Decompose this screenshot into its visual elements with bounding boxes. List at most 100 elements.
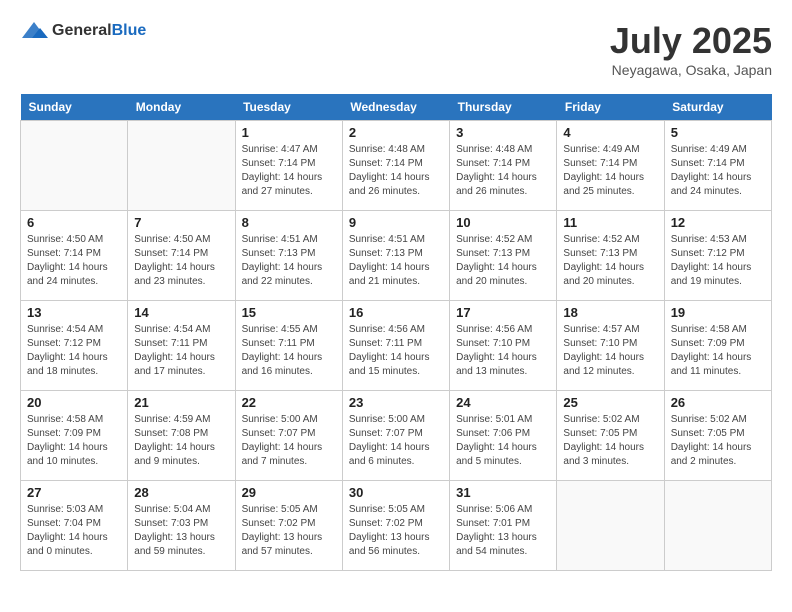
calendar-cell: 20 Sunrise: 4:58 AM Sunset: 7:09 PM Dayli… [21, 391, 128, 481]
calendar-cell: 17Sunrise: 4:56 AM Sunset: 7:10 PM Dayli… [450, 301, 557, 391]
calendar-cell: 22 Sunrise: 5:00 AM Sunset: 7:07 PM Dayli… [235, 391, 342, 481]
calendar-week-row: 1 Sunrise: 4:47 AM Sunset: 7:14 PM Daylig… [21, 121, 772, 211]
day-info: Sunrise: 4:51 AM Sunset: 7:13 PM Dayligh… [242, 233, 336, 289]
day-number: 13 [27, 305, 121, 320]
day-info: Sunrise: 4:49 AM Sunset: 7:14 PM Dayligh… [671, 143, 765, 199]
day-info: Sunrise: 4:49 AM Sunset: 7:14 PM Dayligh… [563, 143, 657, 199]
calendar-cell: 18 Sunrise: 4:57 AM Sunset: 7:10 PM Dayli… [557, 301, 664, 391]
title-area: July 2025 Neyagawa, Osaka, Japan [610, 20, 772, 78]
day-info: Sunrise: 4:50 AM Sunset: 7:14 PM Dayligh… [27, 233, 121, 289]
calendar-cell: 5 Sunrise: 4:49 AM Sunset: 7:14 PM Daylig… [664, 121, 771, 211]
day-number: 10 [456, 215, 550, 230]
calendar-cell: 25Sunrise: 5:02 AM Sunset: 7:05 PM Dayli… [557, 391, 664, 481]
day-info: Sunrise: 4:52 AM Sunset: 7:13 PM Dayligh… [456, 233, 550, 289]
month-year-title: July 2025 [610, 20, 772, 62]
day-number: 12 [671, 215, 765, 230]
calendar-cell: 30 Sunrise: 5:05 AM Sunset: 7:02 PM Dayli… [342, 481, 449, 571]
day-number: 31 [456, 485, 550, 500]
day-number: 27 [27, 485, 121, 500]
calendar-week-row: 27 Sunrise: 5:03 AM Sunset: 7:04 PM Dayli… [21, 481, 772, 571]
calendar-cell: 9 Sunrise: 4:51 AM Sunset: 7:13 PM Daylig… [342, 211, 449, 301]
calendar-cell: 26Sunrise: 5:02 AM Sunset: 7:05 PM Dayli… [664, 391, 771, 481]
day-number: 29 [242, 485, 336, 500]
calendar-cell: 16Sunrise: 4:56 AM Sunset: 7:11 PM Dayli… [342, 301, 449, 391]
day-info: Sunrise: 4:48 AM Sunset: 7:14 PM Dayligh… [456, 143, 550, 199]
day-info: Sunrise: 4:47 AM Sunset: 7:14 PM Dayligh… [242, 143, 336, 199]
day-info: Sunrise: 5:03 AM Sunset: 7:04 PM Dayligh… [27, 503, 121, 559]
day-info: Sunrise: 4:58 AM Sunset: 7:09 PM Dayligh… [27, 413, 121, 469]
day-info: Sunrise: 4:51 AM Sunset: 7:13 PM Dayligh… [349, 233, 443, 289]
day-number: 20 [27, 395, 121, 410]
calendar-cell: 12 Sunrise: 4:53 AM Sunset: 7:12 PM Dayli… [664, 211, 771, 301]
day-info: Sunrise: 4:56 AM Sunset: 7:10 PM Dayligh… [456, 323, 550, 379]
day-info: Sunrise: 5:01 AM Sunset: 7:06 PM Dayligh… [456, 413, 550, 469]
calendar-cell: 10 Sunrise: 4:52 AM Sunset: 7:13 PM Dayli… [450, 211, 557, 301]
calendar-cell: 14 Sunrise: 4:54 AM Sunset: 7:11 PM Dayli… [128, 301, 235, 391]
calendar-header-row: SundayMondayTuesdayWednesdayThursdayFrid… [21, 94, 772, 121]
day-number: 11 [563, 215, 657, 230]
calendar-cell: 21 Sunrise: 4:59 AM Sunset: 7:08 PM Dayli… [128, 391, 235, 481]
day-info: Sunrise: 5:04 AM Sunset: 7:03 PM Dayligh… [134, 503, 228, 559]
calendar-cell: 29 Sunrise: 5:05 AM Sunset: 7:02 PM Dayli… [235, 481, 342, 571]
calendar-header-thursday: Thursday [450, 94, 557, 121]
day-number: 18 [563, 305, 657, 320]
day-info: Sunrise: 5:05 AM Sunset: 7:02 PM Dayligh… [349, 503, 443, 559]
day-number: 21 [134, 395, 228, 410]
day-number: 22 [242, 395, 336, 410]
calendar-cell: 4Sunrise: 4:49 AM Sunset: 7:14 PM Daylig… [557, 121, 664, 211]
calendar-cell: 7Sunrise: 4:50 AM Sunset: 7:14 PM Daylig… [128, 211, 235, 301]
calendar-week-row: 13 Sunrise: 4:54 AM Sunset: 7:12 PM Dayli… [21, 301, 772, 391]
logo: GeneralBlue [20, 20, 146, 42]
day-number: 3 [456, 125, 550, 140]
calendar-cell: 19Sunrise: 4:58 AM Sunset: 7:09 PM Dayli… [664, 301, 771, 391]
day-info: Sunrise: 4:52 AM Sunset: 7:13 PM Dayligh… [563, 233, 657, 289]
day-number: 15 [242, 305, 336, 320]
day-info: Sunrise: 5:02 AM Sunset: 7:05 PM Dayligh… [563, 413, 657, 469]
day-number: 26 [671, 395, 765, 410]
calendar-header-saturday: Saturday [664, 94, 771, 121]
day-number: 14 [134, 305, 228, 320]
day-info: Sunrise: 4:55 AM Sunset: 7:11 PM Dayligh… [242, 323, 336, 379]
calendar-cell: 28Sunrise: 5:04 AM Sunset: 7:03 PM Dayli… [128, 481, 235, 571]
calendar-cell: 3 Sunrise: 4:48 AM Sunset: 7:14 PM Daylig… [450, 121, 557, 211]
calendar-header-monday: Monday [128, 94, 235, 121]
day-number: 23 [349, 395, 443, 410]
logo-general: General [52, 22, 112, 39]
day-number: 2 [349, 125, 443, 140]
day-info: Sunrise: 5:05 AM Sunset: 7:02 PM Dayligh… [242, 503, 336, 559]
calendar-cell: 11 Sunrise: 4:52 AM Sunset: 7:13 PM Dayli… [557, 211, 664, 301]
day-info: Sunrise: 4:54 AM Sunset: 7:11 PM Dayligh… [134, 323, 228, 379]
day-info: Sunrise: 4:48 AM Sunset: 7:14 PM Dayligh… [349, 143, 443, 199]
calendar-header-friday: Friday [557, 94, 664, 121]
day-number: 30 [349, 485, 443, 500]
logo-blue: Blue [112, 22, 147, 39]
day-info: Sunrise: 4:57 AM Sunset: 7:10 PM Dayligh… [563, 323, 657, 379]
calendar-table: SundayMondayTuesdayWednesdayThursdayFrid… [20, 94, 772, 571]
calendar-cell [664, 481, 771, 571]
day-info: Sunrise: 5:00 AM Sunset: 7:07 PM Dayligh… [242, 413, 336, 469]
day-number: 1 [242, 125, 336, 140]
day-info: Sunrise: 4:59 AM Sunset: 7:08 PM Dayligh… [134, 413, 228, 469]
calendar-week-row: 20 Sunrise: 4:58 AM Sunset: 7:09 PM Dayli… [21, 391, 772, 481]
day-number: 8 [242, 215, 336, 230]
calendar-cell: 6Sunrise: 4:50 AM Sunset: 7:14 PM Daylig… [21, 211, 128, 301]
day-number: 7 [134, 215, 228, 230]
calendar-header-wednesday: Wednesday [342, 94, 449, 121]
day-number: 9 [349, 215, 443, 230]
day-info: Sunrise: 5:06 AM Sunset: 7:01 PM Dayligh… [456, 503, 550, 559]
day-info: Sunrise: 5:00 AM Sunset: 7:07 PM Dayligh… [349, 413, 443, 469]
location-subtitle: Neyagawa, Osaka, Japan [610, 62, 772, 78]
day-number: 24 [456, 395, 550, 410]
calendar-header-sunday: Sunday [21, 94, 128, 121]
day-number: 5 [671, 125, 765, 140]
calendar-cell: 13 Sunrise: 4:54 AM Sunset: 7:12 PM Dayli… [21, 301, 128, 391]
calendar-cell [21, 121, 128, 211]
day-info: Sunrise: 4:54 AM Sunset: 7:12 PM Dayligh… [27, 323, 121, 379]
calendar-header-tuesday: Tuesday [235, 94, 342, 121]
calendar-cell: 27 Sunrise: 5:03 AM Sunset: 7:04 PM Dayli… [21, 481, 128, 571]
calendar-cell [557, 481, 664, 571]
calendar-cell: 8 Sunrise: 4:51 AM Sunset: 7:13 PM Daylig… [235, 211, 342, 301]
logo-icon [20, 20, 48, 42]
day-info: Sunrise: 4:53 AM Sunset: 7:12 PM Dayligh… [671, 233, 765, 289]
day-number: 16 [349, 305, 443, 320]
